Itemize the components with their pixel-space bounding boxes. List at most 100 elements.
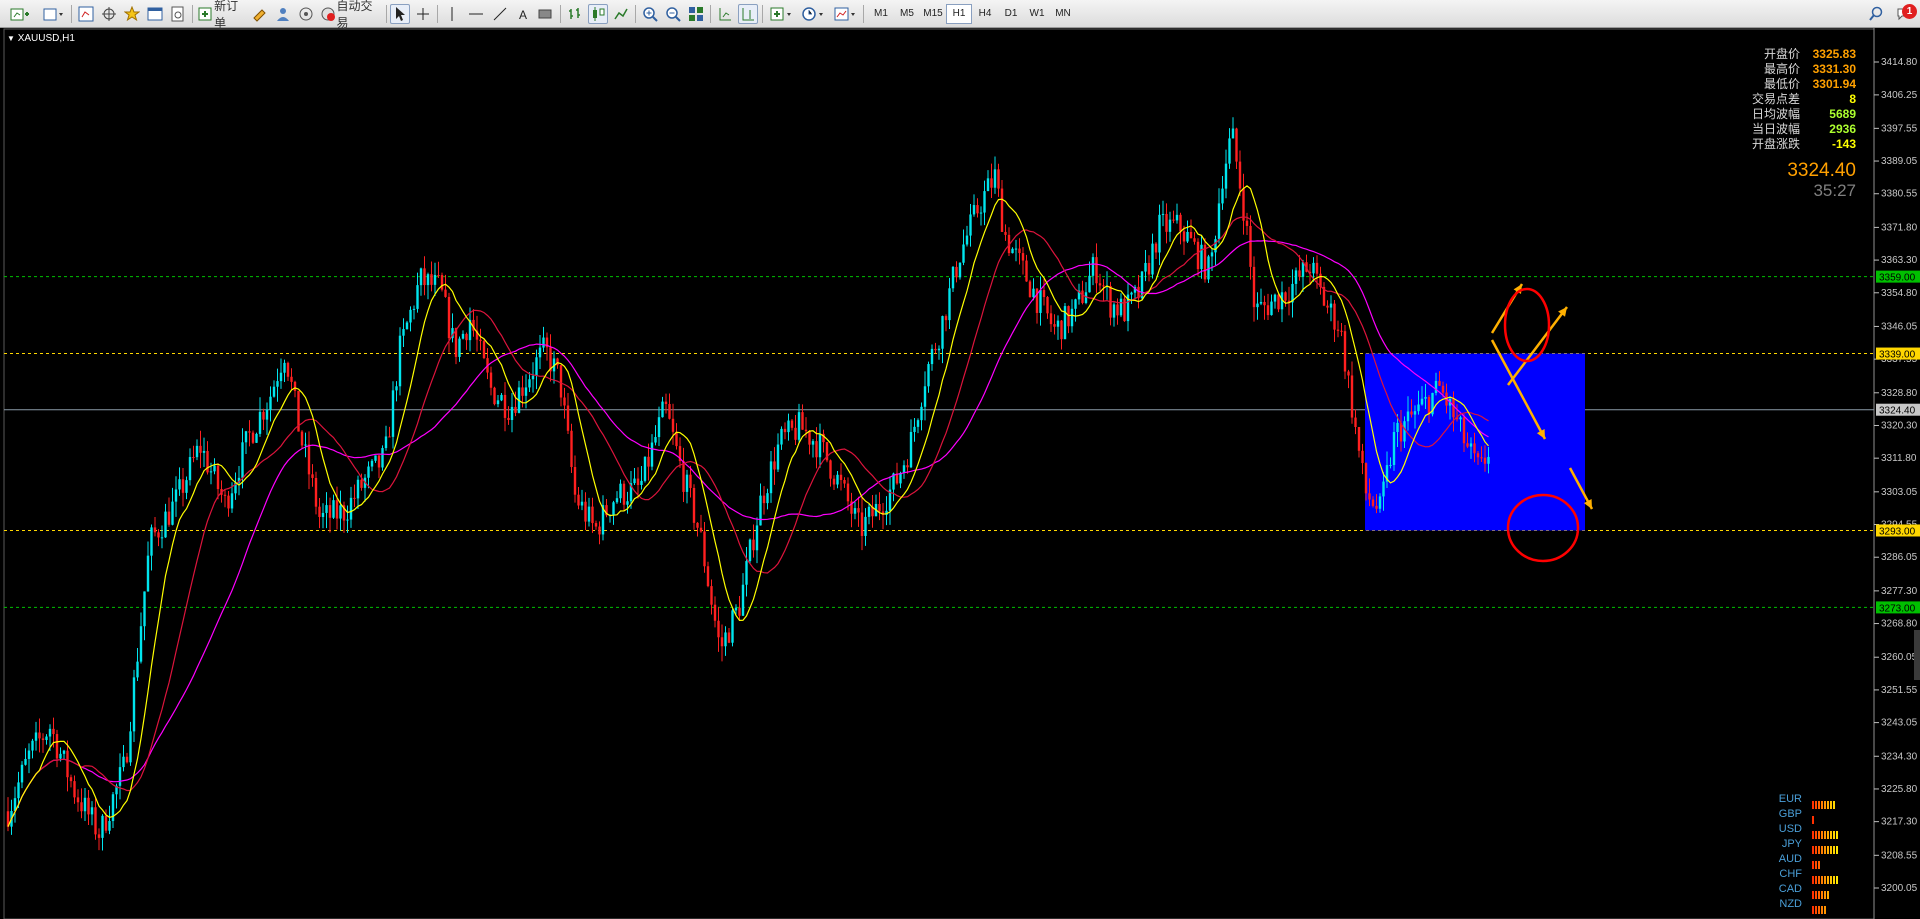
timeframe-w1[interactable]: W1 <box>1024 4 1050 24</box>
price-tick-label: 3354.80 <box>1881 288 1918 299</box>
bar-chart-button[interactable] <box>565 4 585 24</box>
candle-body <box>906 465 909 468</box>
strategy-tester-button[interactable] <box>168 4 188 24</box>
candle-body <box>1469 443 1473 447</box>
candle-body <box>1483 457 1487 464</box>
candle-body <box>1018 248 1021 254</box>
new-order-button[interactable]: 新订单 <box>197 0 247 30</box>
candle-body <box>1042 290 1046 298</box>
candle-body <box>1438 380 1441 386</box>
strength-bars <box>1812 826 1839 839</box>
candle-body <box>1263 301 1266 306</box>
timeframe-h4[interactable]: H4 <box>972 4 998 24</box>
label-tool-button[interactable] <box>535 4 555 24</box>
candle-body <box>528 379 531 388</box>
currency-label: EUR <box>1778 793 1802 805</box>
candle-body <box>1196 241 1200 270</box>
zoom-in-button[interactable] <box>640 4 660 24</box>
chart-scrollbar[interactable] <box>1914 630 1920 680</box>
candle-body <box>94 807 97 835</box>
price-tick-label: 3380.55 <box>1881 189 1918 200</box>
price-tick-label: 3406.25 <box>1881 90 1918 101</box>
timeframe-mn[interactable]: MN <box>1050 4 1076 24</box>
candle-body <box>752 539 755 551</box>
horizontal-line-button[interactable] <box>466 4 486 24</box>
candle-body <box>251 432 255 443</box>
templates-button[interactable] <box>831 4 861 24</box>
new-chart-button[interactable] <box>6 4 36 24</box>
candle-body <box>584 501 587 522</box>
currency-label: CHF <box>1779 868 1802 880</box>
candle-body <box>1382 481 1385 497</box>
signals-button[interactable] <box>273 4 293 24</box>
text-tool-button[interactable]: A <box>513 4 533 24</box>
candle-body <box>223 494 227 496</box>
candle-body <box>416 285 419 309</box>
favorites-button[interactable] <box>122 4 142 24</box>
auto-scroll-button[interactable] <box>715 4 735 24</box>
crosshair-tool-button[interactable] <box>413 4 433 24</box>
candle-body <box>647 456 650 467</box>
timeframe-m5[interactable]: M5 <box>894 4 920 24</box>
candle-body <box>45 736 48 741</box>
candle-body <box>1221 188 1224 204</box>
candle-body <box>402 329 405 336</box>
timeframe-h1[interactable]: H1 <box>946 4 972 24</box>
metaeditor-button[interactable] <box>250 4 270 24</box>
candle-body <box>643 456 647 481</box>
chart-window[interactable]: 3414.80 3406.25 3397.55 3389.05 3380.55 3371.… <box>0 28 1920 919</box>
level-price-label: 3339.00 <box>1879 350 1916 361</box>
search-icon <box>1869 6 1883 21</box>
auto-trading-button[interactable]: 自动交易 <box>319 0 381 30</box>
timeframe-m15[interactable]: M15 <box>920 4 946 24</box>
tile-windows-button[interactable] <box>686 4 706 24</box>
zoom-out-button[interactable] <box>663 4 683 24</box>
candle-body <box>440 275 444 290</box>
editor-icon <box>253 9 266 22</box>
chart-shift-button[interactable] <box>738 4 758 24</box>
candle-body <box>902 465 906 473</box>
info-row: 日均波幅 5689 <box>1752 107 1856 122</box>
ma-slow-line <box>7 239 1489 827</box>
new-order-icon <box>198 7 212 21</box>
market-watch-button[interactable] <box>76 4 96 24</box>
periods-button[interactable] <box>799 4 829 24</box>
candle-body <box>699 527 703 532</box>
timeframe-m1[interactable]: M1 <box>868 4 894 24</box>
price-chart[interactable]: 3414.80 3406.25 3397.55 3389.05 3380.55 3371.… <box>0 28 1920 919</box>
candle-body <box>990 178 993 188</box>
candle-body <box>1242 188 1245 221</box>
market-button[interactable] <box>296 4 316 24</box>
candle-body <box>941 316 944 349</box>
new-order-label: 新订单 <box>214 0 239 30</box>
candle-body <box>1123 298 1126 322</box>
search-button[interactable] <box>1866 4 1886 24</box>
navigator-button[interactable] <box>99 4 119 24</box>
line-chart-button[interactable] <box>611 4 631 24</box>
vertical-line-button[interactable] <box>442 4 462 24</box>
candle-body <box>377 455 381 468</box>
candle-body <box>153 527 157 533</box>
candle-body <box>1011 248 1014 254</box>
candle-body <box>839 474 843 480</box>
candle-body <box>24 758 27 765</box>
candlestick-chart-button[interactable] <box>588 4 608 24</box>
candle-body <box>983 191 986 213</box>
candle-body <box>143 591 146 627</box>
timeframe-d1[interactable]: D1 <box>998 4 1024 24</box>
candle-body <box>1476 453 1480 458</box>
profiles-button[interactable] <box>40 4 68 24</box>
cursor-tool-button[interactable] <box>390 4 410 24</box>
candle-body <box>87 797 90 815</box>
candle-body <box>1053 324 1056 327</box>
trendline-button[interactable] <box>490 4 510 24</box>
candle-body <box>269 396 272 410</box>
candle-body <box>790 420 794 428</box>
candle-body <box>1245 220 1249 226</box>
candle-body <box>349 497 353 520</box>
candle-body <box>118 767 122 786</box>
indicators-button[interactable] <box>767 4 797 24</box>
terminal-button[interactable] <box>145 4 165 24</box>
candle-body <box>31 740 34 751</box>
info-row: 当日波幅 2936 <box>1752 122 1856 137</box>
